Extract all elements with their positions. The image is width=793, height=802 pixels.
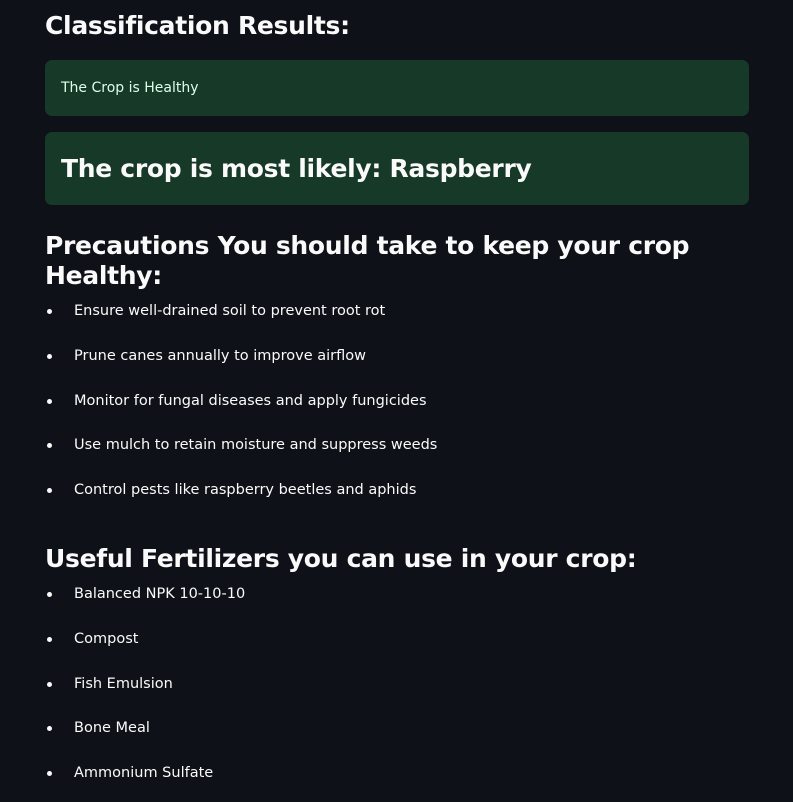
main-content: Classification Results: The Crop is Heal…: [45, 0, 749, 802]
crop-prediction-text: The crop is most likely: Raspberry: [61, 154, 532, 183]
crop-prediction-alert: The crop is most likely: Raspberry: [45, 132, 749, 205]
precaution-item: Control pests like raspberry beetles and…: [45, 480, 749, 525]
fertilizer-item: Ammonium Sulfate: [45, 763, 749, 802]
classification-results-heading: Classification Results:: [45, 11, 350, 40]
fertilizer-item: Bone Meal: [45, 718, 749, 763]
precautions-heading: Precautions You should take to keep your…: [45, 231, 690, 290]
health-status-alert: The Crop is Healthy: [45, 60, 749, 116]
precaution-item: Monitor for fungal diseases and apply fu…: [45, 391, 749, 436]
fertilizer-item: Fish Emulsion: [45, 674, 749, 719]
precaution-item: Use mulch to retain moisture and suppres…: [45, 435, 749, 480]
fertilizer-item: Balanced NPK 10-10-10: [45, 584, 749, 629]
fertilizer-item: Compost: [45, 629, 749, 674]
fertilizers-heading: Useful Fertilizers you can use in your c…: [45, 543, 637, 573]
precaution-item: Prune canes annually to improve airflow: [45, 346, 749, 391]
fertilizers-list: Balanced NPK 10-10-10 Compost Fish Emuls…: [45, 584, 749, 802]
precautions-list: Ensure well-drained soil to prevent root…: [45, 301, 749, 525]
precaution-item: Ensure well-drained soil to prevent root…: [45, 301, 749, 346]
health-status-text: The Crop is Healthy: [61, 80, 199, 96]
